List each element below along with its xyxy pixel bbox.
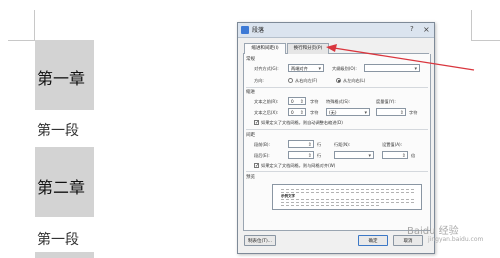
watermark-logo: Baidu 经验 <box>407 226 459 237</box>
annotation-arrow-line <box>333 47 475 71</box>
annotation-arrow-head <box>326 44 337 52</box>
watermark-url: jingyan.baidu.com <box>428 236 484 243</box>
annotation-arrow <box>326 44 475 71</box>
